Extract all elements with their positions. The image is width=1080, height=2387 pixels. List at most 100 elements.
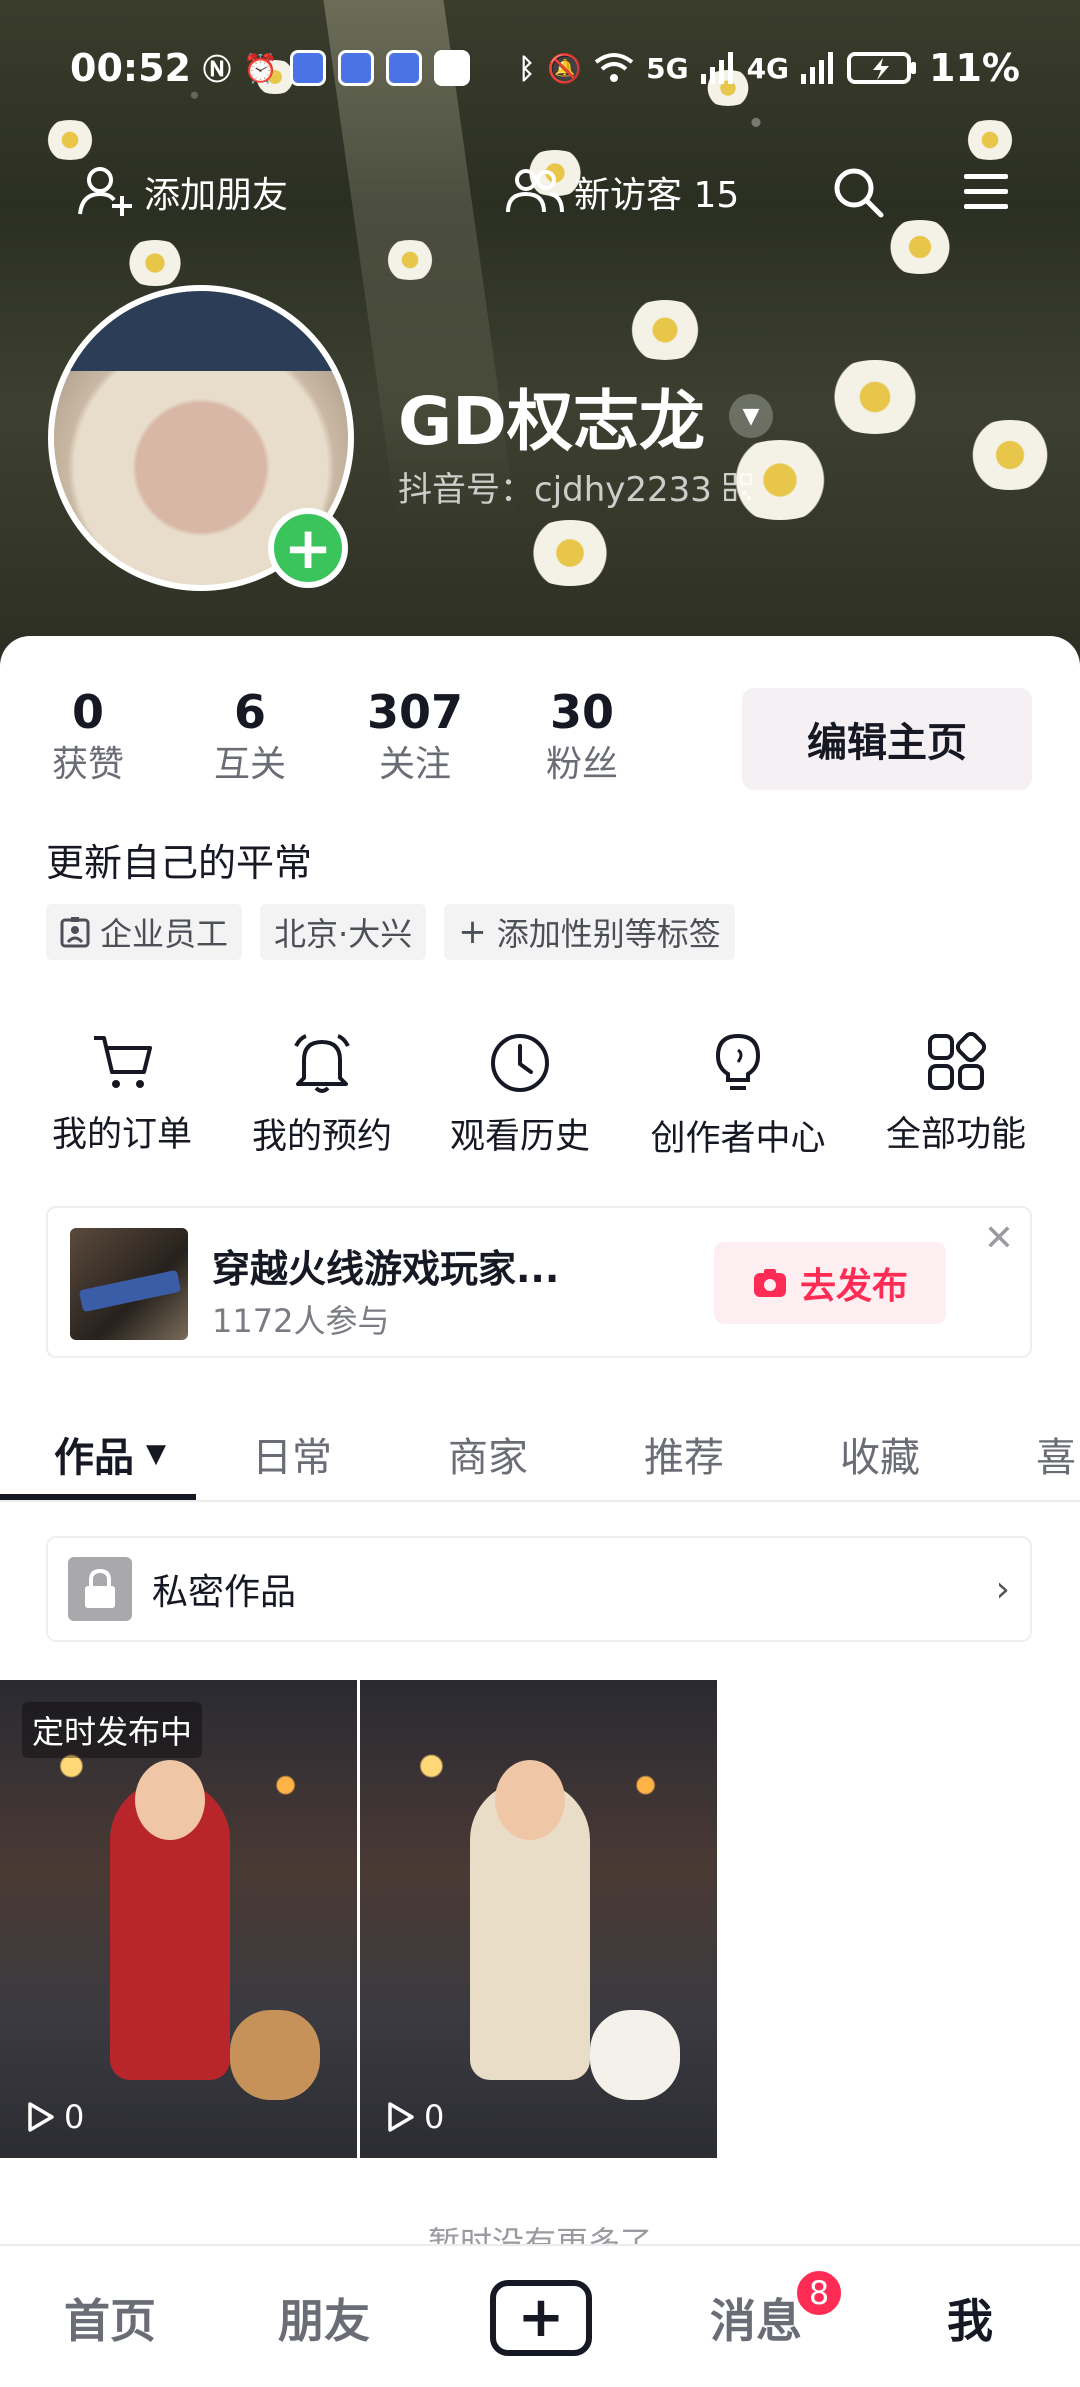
shortcut-label: 我的预约	[251, 1117, 392, 1157]
edit-profile-button[interactable]: 编辑主页	[742, 688, 1032, 790]
tab-likes[interactable]: 喜	[1036, 1406, 1076, 1502]
new-visitors-button[interactable]: 新访客 15	[506, 160, 739, 224]
app-notification-icon	[289, 50, 326, 86]
douyin-id-row[interactable]: 抖音号：cjdhy2233	[398, 462, 752, 511]
signal-icon	[801, 52, 834, 84]
plus-icon: +	[283, 514, 333, 582]
promo-publish-button[interactable]: 去发布	[714, 1242, 946, 1324]
video-thumbnail[interactable]: 定时发布中 0	[0, 1680, 357, 2158]
add-user-icon	[78, 167, 132, 216]
video-grid: 定时发布中 0 0	[0, 1680, 720, 2158]
search-icon	[834, 168, 884, 218]
video-thumbnail[interactable]: 0	[360, 1680, 717, 2158]
flower-decoration	[960, 120, 1020, 160]
add-avatar-button[interactable]: +	[268, 508, 348, 588]
tag-occupation[interactable]: 企业员工	[46, 904, 243, 960]
stat-mutual[interactable]: 6 互关	[202, 684, 298, 790]
tag-label: 北京·大兴	[274, 915, 413, 953]
shortcut-label: 观看历史	[449, 1117, 590, 1157]
nav-me[interactable]: 我	[900, 2246, 1040, 2387]
shortcut-all-features[interactable]: 全部功能	[856, 1032, 1056, 1157]
plus-icon: +	[458, 912, 487, 952]
profile-top-bar: 添加朋友 新访客 15	[0, 160, 1080, 224]
battery-percent: 11%	[929, 46, 1020, 90]
play-count-value: 0	[64, 2098, 85, 2136]
shortcut-orders[interactable]: 我的订单	[22, 1032, 222, 1157]
private-works-label: 私密作品	[152, 1572, 297, 1613]
stat-value: 307	[366, 685, 464, 739]
cart-icon	[94, 1036, 152, 1088]
stat-following[interactable]: 307 关注	[360, 684, 470, 790]
status-right: ᛒ 🔕 5G 4G 11%	[518, 46, 1020, 90]
network-5g-label: 5G	[646, 51, 689, 85]
stat-label: 互关	[213, 744, 286, 785]
flower-decoration	[620, 300, 710, 360]
promo-button-label: 去发布	[799, 1266, 908, 1307]
promo-title: 穿越火线游戏玩家...	[212, 1247, 560, 1291]
stat-label: 关注	[378, 744, 451, 785]
video-cover-dog	[590, 2010, 680, 2100]
flower-decoration	[960, 420, 1060, 490]
battery-icon	[847, 52, 917, 84]
tab-recommend[interactable]: 推荐	[644, 1406, 724, 1502]
status-time: 00:52	[70, 46, 191, 90]
shortcut-label: 创作者中心	[650, 1119, 826, 1159]
scheduled-badge: 定时发布中	[22, 1702, 203, 1758]
search-button[interactable]	[832, 160, 884, 224]
video-cover-figure	[495, 1760, 565, 1840]
nav-home[interactable]: 首页	[40, 2246, 180, 2387]
tag-label: 企业员工	[100, 915, 229, 953]
shortcut-reservations[interactable]: 我的预约	[222, 1032, 422, 1159]
nickname-row[interactable]: GD权志龙 ▼	[398, 368, 773, 464]
menu-icon	[964, 174, 1008, 209]
shortcut-label: 全部功能	[885, 1115, 1026, 1155]
profile-tags: 企业员工 北京·大兴 + 添加性别等标签	[46, 904, 735, 960]
tag-location[interactable]: 北京·大兴	[260, 904, 427, 960]
menu-button[interactable]	[962, 160, 1010, 224]
status-left: 00:52 Ⓝ ⏰	[70, 46, 470, 90]
badge-icon	[60, 917, 90, 948]
stat-likes[interactable]: 0 获赞	[40, 684, 136, 790]
stat-value: 30	[549, 685, 614, 739]
grid-icon	[928, 1032, 986, 1090]
active-tab-indicator	[0, 1494, 196, 1500]
shortcut-history[interactable]: 观看历史	[420, 1032, 620, 1159]
nickname: GD权志龙	[398, 383, 705, 460]
messages-badge: 8	[794, 2268, 844, 2318]
stat-value: 0	[71, 685, 104, 739]
stat-followers[interactable]: 30 粉丝	[534, 684, 630, 790]
add-friend-label: 添加朋友	[144, 175, 289, 216]
tab-works[interactable]: 作品 ▼	[54, 1406, 166, 1502]
bio-text[interactable]: 更新自己的平常	[46, 832, 312, 887]
bottom-nav: 首页 朋友 + 消息 8 我	[0, 2244, 1080, 2387]
bell-icon	[294, 1034, 350, 1093]
tab-daily[interactable]: 日常	[252, 1406, 332, 1502]
flower-decoration	[820, 360, 930, 434]
stat-label: 获赞	[51, 744, 124, 785]
users-icon	[506, 169, 564, 213]
nav-messages[interactable]: 消息	[686, 2246, 826, 2387]
tab-label: 日常	[252, 1435, 332, 1481]
play-icon	[28, 2102, 54, 2132]
wifi-icon	[594, 53, 634, 82]
tab-favorites[interactable]: 收藏	[840, 1406, 920, 1502]
mute-icon: 🔕	[547, 51, 583, 85]
account-switch-chevron-icon[interactable]: ▼	[728, 394, 773, 438]
private-works-row[interactable]: 私密作品 ›	[46, 1536, 1032, 1642]
carrier-icon	[433, 50, 470, 86]
add-friend-button[interactable]: 添加朋友	[78, 160, 288, 224]
shortcut-creator-center[interactable]: 创作者中心	[638, 1032, 838, 1161]
play-count: 0	[22, 2098, 84, 2136]
tab-merchants[interactable]: 商家	[448, 1406, 528, 1502]
content-tabs: 作品 ▼ 日常 商家 推荐 收藏 喜	[0, 1406, 1080, 1502]
shortcut-row: 我的订单 我的预约 观看历史 创作者中心 全部功能	[0, 1032, 1080, 1172]
play-icon	[388, 2102, 414, 2132]
create-post-button[interactable]: +	[490, 2280, 592, 2356]
shortcut-label: 我的订单	[51, 1115, 192, 1155]
nav-friends[interactable]: 朋友	[254, 2246, 394, 2387]
qr-code-icon[interactable]	[723, 472, 752, 501]
activity-promo-card[interactable]: 穿越火线游戏玩家... 1172人参与 去发布 ✕	[46, 1206, 1032, 1358]
tag-add[interactable]: + 添加性别等标签	[444, 904, 735, 960]
promo-thumbnail	[70, 1228, 188, 1340]
close-icon[interactable]: ✕	[984, 1218, 1014, 1259]
